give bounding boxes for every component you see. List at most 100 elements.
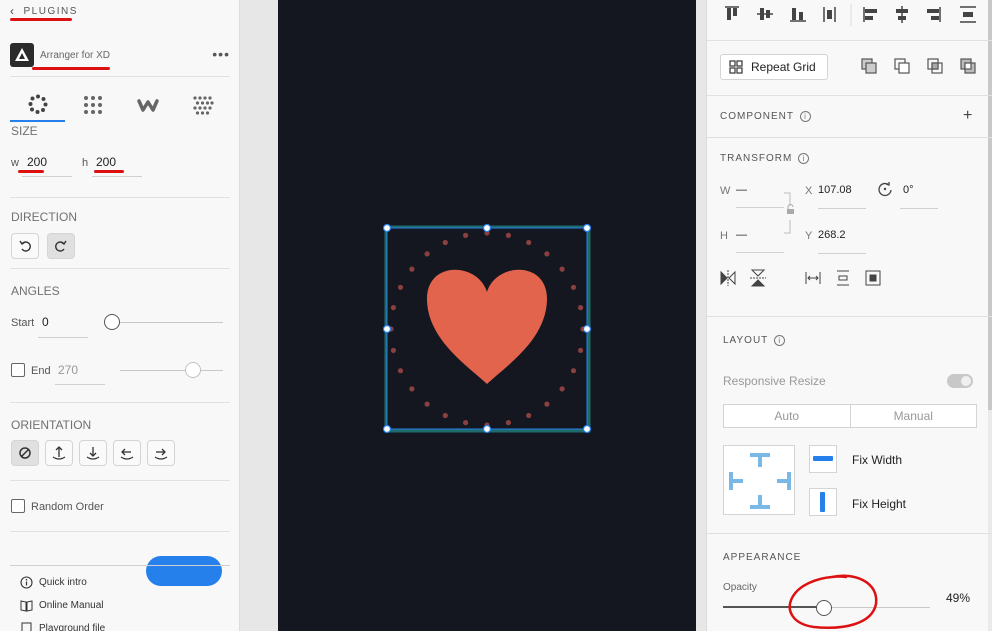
orientation-down-button[interactable] [79, 440, 107, 466]
end-checkbox[interactable] [11, 363, 25, 377]
clockwise-button[interactable] [47, 233, 75, 259]
auto-option[interactable]: Auto [724, 405, 850, 427]
ring-dot [424, 401, 430, 407]
orientation-left-button[interactable] [113, 440, 141, 466]
start-label: Start [11, 317, 35, 329]
align-top-icon [725, 6, 739, 20]
boolean-exclude-icon [960, 58, 976, 74]
resize-handle-se [582, 424, 592, 434]
constraints-widget[interactable] [723, 445, 795, 515]
divider [10, 565, 230, 566]
repeat-grid-label: Repeat Grid [751, 60, 816, 74]
quick-intro-link[interactable]: Quick intro [20, 576, 87, 589]
width-label: w [11, 157, 19, 169]
distribute-horizontal-icon [960, 6, 976, 23]
resize-handle-n [482, 223, 492, 233]
tab-circle-icon[interactable] [10, 88, 65, 122]
artboard-canvas[interactable] [278, 0, 696, 631]
fix-height-button[interactable] [809, 488, 837, 516]
size-title: SIZE [11, 124, 38, 138]
tab-grid-icon[interactable] [65, 88, 120, 122]
arranger-logo-icon [10, 43, 34, 67]
divider [10, 197, 230, 198]
height-input[interactable]: 200 [96, 155, 116, 169]
end-input[interactable]: 270 [58, 363, 78, 377]
start-slider-track[interactable] [112, 322, 223, 323]
flip-horizontal-icon [720, 270, 736, 286]
x-label: X [805, 185, 813, 197]
x-input[interactable]: 107.08 [818, 184, 852, 196]
flip-toolbar[interactable] [720, 268, 890, 288]
rotation-input-underline [900, 208, 938, 209]
layout-tabs [10, 88, 230, 122]
plugins-header[interactable]: ‹ PLUGINS [10, 4, 78, 18]
annotation-underline [94, 170, 124, 173]
counterclockwise-button[interactable] [11, 233, 39, 259]
ring-dot [559, 266, 565, 272]
orientation-none-button[interactable] [11, 440, 39, 466]
divider [10, 268, 230, 269]
end-slider-track[interactable] [120, 370, 223, 371]
end-label: End [31, 365, 51, 377]
align-toolbar[interactable] [720, 4, 982, 26]
layout-title: LAYOUT i [723, 335, 786, 346]
height-label: h [82, 157, 89, 169]
orientation-up-button[interactable] [45, 440, 73, 466]
align-right-icon [927, 7, 941, 22]
distribute-spacing-v-icon [837, 270, 849, 286]
orientation-right-button[interactable] [147, 440, 175, 466]
divider [10, 76, 230, 77]
height-input-underline [92, 176, 142, 177]
responsive-resize-toggle[interactable] [947, 374, 973, 388]
w-input[interactable]: — [736, 184, 747, 196]
annotation-underline [18, 170, 44, 173]
online-manual-link[interactable]: Online Manual [20, 599, 103, 612]
info-icon[interactable]: i [798, 153, 810, 164]
manual-option[interactable]: Manual [849, 405, 977, 427]
lock-aspect-icon[interactable] [784, 192, 798, 234]
width-input-underline [22, 176, 72, 177]
chevron-left-icon[interactable]: ‹ [10, 4, 16, 18]
fix-height-label: Fix Height [852, 497, 907, 511]
rotation-icon [878, 182, 892, 197]
start-input[interactable]: 0 [42, 315, 49, 329]
ring-dot [570, 284, 577, 290]
ring-dot [442, 239, 448, 246]
repeat-grid-button[interactable]: Repeat Grid [720, 54, 828, 80]
plugin-row: Arranger for XD ••• [10, 40, 230, 70]
fix-width-icon [813, 456, 833, 461]
apply-button[interactable] [146, 556, 222, 586]
random-order-checkbox[interactable] [11, 499, 25, 513]
start-slider-knob[interactable] [104, 314, 120, 330]
info-icon[interactable]: i [800, 111, 811, 122]
canvas-artwork [382, 223, 592, 434]
fix-width-button[interactable] [809, 445, 837, 473]
divider [707, 316, 992, 317]
ring-dot [559, 386, 565, 392]
add-component-button[interactable]: + [963, 107, 972, 125]
resize-handle-s [482, 424, 492, 434]
info-icon[interactable]: i [774, 335, 786, 346]
width-input[interactable]: 200 [27, 155, 47, 169]
h-input[interactable]: — [736, 229, 747, 241]
divider [707, 137, 992, 138]
end-slider-knob[interactable] [185, 362, 201, 378]
ring-dot [390, 347, 396, 353]
playground-file-link[interactable]: Playground file [20, 622, 105, 631]
tab-wave-icon[interactable] [120, 88, 175, 122]
opacity-value[interactable]: 49% [946, 591, 970, 605]
boolean-toolbar[interactable] [860, 56, 980, 78]
opacity-label: Opacity [723, 582, 757, 593]
divider [707, 40, 992, 41]
more-options-icon[interactable]: ••• [212, 46, 230, 62]
ring-dot [397, 368, 404, 374]
tab-pattern-icon[interactable] [175, 88, 230, 122]
panel-gutter [240, 0, 278, 631]
rotation-input[interactable]: 0° [903, 184, 914, 196]
distribute-vertical-icon [823, 7, 836, 22]
scrollbar-thumb[interactable] [988, 0, 992, 410]
plugins-panel: ‹ PLUGINS Arranger for XD ••• SIZE w 200… [0, 0, 240, 631]
y-input[interactable]: 268.2 [818, 229, 846, 241]
ring-dot [578, 305, 584, 311]
random-order-label: Random Order [31, 501, 104, 513]
